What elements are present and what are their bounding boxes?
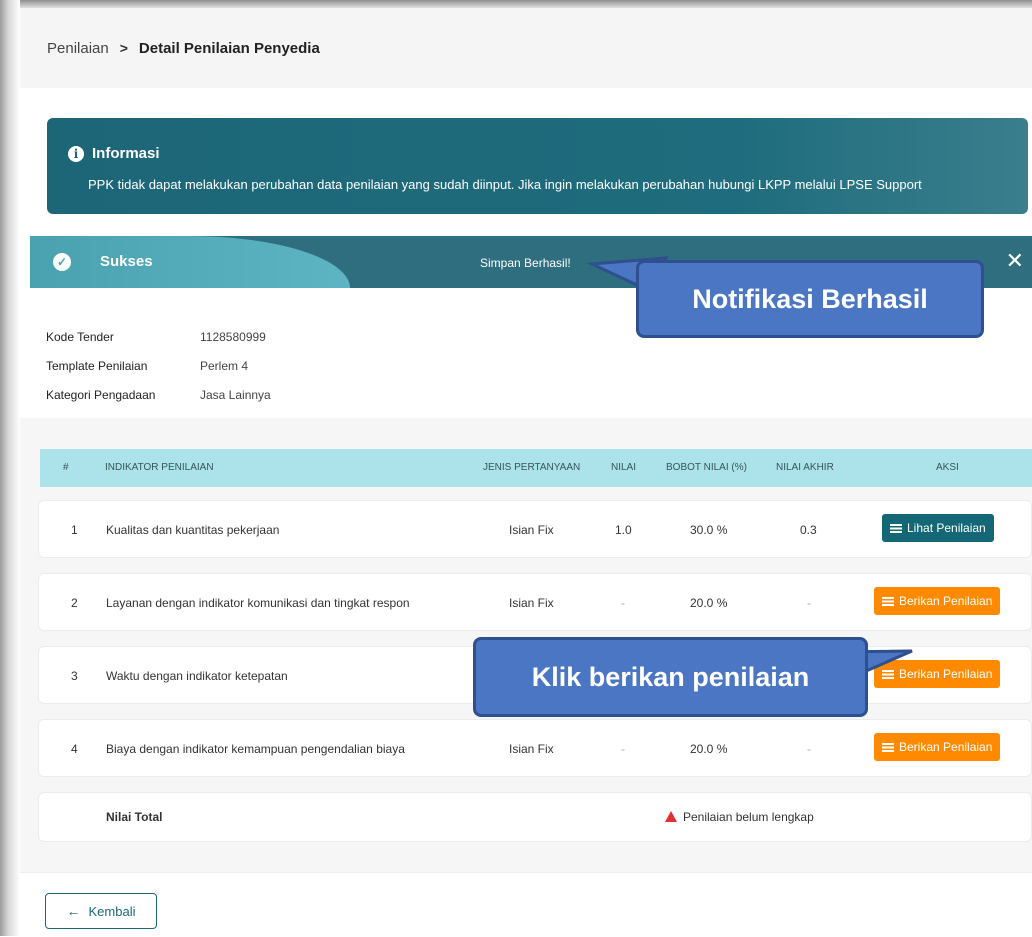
button-label: Berikan Penilaian	[899, 740, 993, 754]
cell-bobot: 20.0 %	[690, 596, 728, 610]
success-decoration	[30, 236, 350, 288]
section-divider	[20, 418, 1032, 426]
total-row: Nilai Total Penilaian belum lengkap	[38, 792, 1032, 842]
info-header: i Informasi	[68, 145, 160, 162]
th-jenis: JENIS PERTANYAAN	[483, 462, 581, 473]
breadcrumb-link-penilaian[interactable]: Penilaian	[47, 40, 109, 57]
cell-akhir: -	[807, 742, 811, 756]
cell-no: 3	[71, 669, 78, 683]
info-icon: i	[68, 145, 84, 162]
cell-no: 1	[71, 523, 78, 537]
window-frame-left	[0, 0, 20, 936]
cell-nilai: -	[621, 596, 625, 610]
cell-nilai: 1.0	[615, 523, 632, 537]
cell-jenis: Isian Fix	[509, 742, 554, 756]
cell-akhir: 0.3	[800, 523, 817, 537]
th-bobot: BOBOT NILAI (%)	[666, 462, 747, 473]
lihat-penilaian-button[interactable]: Lihat Penilaian	[882, 514, 994, 542]
berikan-penilaian-button[interactable]: Berikan Penilaian	[874, 587, 1001, 615]
window-frame-top	[0, 0, 1032, 8]
meta-label: Kategori Pengadaan	[46, 388, 156, 402]
info-alert: i Informasi PPK tidak dapat melakukan pe…	[47, 118, 1028, 214]
page: Penilaian > Detail Penilaian Penyedia i …	[20, 8, 1032, 937]
chevron-right-icon: >	[119, 40, 128, 56]
warning-icon	[665, 811, 677, 822]
cell-no: 4	[71, 742, 78, 756]
total-status: Penilaian belum lengkap	[665, 810, 814, 824]
list-icon	[882, 596, 894, 606]
cell-no: 2	[71, 596, 78, 610]
table-header: # INDIKATOR PENILAIAN JENIS PERTANYAAN N…	[40, 449, 1032, 487]
tender-info: Kode Tender 1128580999 Template Penilaia…	[46, 330, 271, 417]
table-row: 2 Layanan dengan indikator komunikasi da…	[38, 573, 1032, 631]
meta-row-kode: Kode Tender 1128580999	[46, 330, 271, 359]
cell-bobot: 30.0 %	[690, 523, 728, 537]
breadcrumb: Penilaian > Detail Penilaian Penyedia	[20, 8, 1032, 88]
th-aksi: AKSI	[936, 462, 959, 473]
list-icon	[890, 523, 902, 533]
total-status-text: Penilaian belum lengkap	[683, 810, 814, 824]
berikan-penilaian-button[interactable]: Berikan Penilaian	[874, 660, 1001, 688]
th-indikator: INDIKATOR PENILAIAN	[105, 462, 214, 473]
info-text: PPK tidak dapat melakukan perubahan data…	[88, 177, 922, 192]
meta-label: Template Penilaian	[46, 359, 148, 373]
cell-nilai: -	[621, 742, 625, 756]
success-message: Simpan Berhasil!	[480, 256, 571, 270]
meta-value: 1128580999	[200, 330, 266, 344]
button-label: Lihat Penilaian	[907, 521, 986, 535]
callout-notifikasi: Notifikasi Berhasil	[636, 260, 984, 338]
list-icon	[882, 669, 894, 679]
cell-bobot: 20.0 %	[690, 742, 728, 756]
table-row: 4 Biaya dengan indikator kemampuan penge…	[38, 719, 1032, 777]
cell-indikator: Biaya dengan indikator kemampuan pengend…	[106, 742, 405, 756]
back-button-label: Kembali	[88, 903, 136, 919]
button-label: Berikan Penilaian	[899, 667, 993, 681]
cell-indikator: Kualitas dan kuantitas pekerjaan	[106, 523, 280, 537]
footer-actions: ← Kembali	[20, 872, 1032, 937]
th-no: #	[63, 462, 69, 473]
info-title: Informasi	[92, 145, 160, 162]
cell-jenis: Isian Fix	[509, 523, 554, 537]
meta-row-kategori: Kategori Pengadaan Jasa Lainnya	[46, 388, 271, 417]
meta-row-template: Template Penilaian Perlem 4	[46, 359, 271, 388]
back-button[interactable]: ← Kembali	[45, 893, 157, 929]
callout-klik: Klik berikan penilaian	[473, 637, 868, 717]
meta-value: Jasa Lainnya	[200, 388, 271, 402]
total-label: Nilai Total	[106, 810, 163, 824]
meta-label: Kode Tender	[46, 330, 114, 344]
button-label: Berikan Penilaian	[899, 594, 993, 608]
arrow-left-icon: ←	[66, 903, 81, 919]
success-title: Sukses	[100, 253, 153, 270]
breadcrumb-current: Detail Penilaian Penyedia	[138, 39, 320, 57]
cell-indikator: Layanan dengan indikator komunikasi dan …	[106, 596, 410, 610]
cell-akhir: -	[807, 596, 811, 610]
cell-indikator: Waktu dengan indikator ketepatan	[106, 669, 288, 683]
cell-jenis: Isian Fix	[509, 596, 554, 610]
th-akhir: NILAI AKHIR	[776, 462, 834, 473]
close-icon[interactable]: ✕	[1006, 248, 1024, 274]
table-row: 1 Kualitas dan kuantitas pekerjaan Isian…	[38, 500, 1032, 558]
berikan-penilaian-button[interactable]: Berikan Penilaian	[874, 733, 1001, 761]
check-circle-icon: ✓	[53, 253, 71, 271]
th-nilai: NILAI	[611, 462, 637, 473]
list-icon	[882, 742, 894, 752]
meta-value: Perlem 4	[200, 359, 249, 373]
